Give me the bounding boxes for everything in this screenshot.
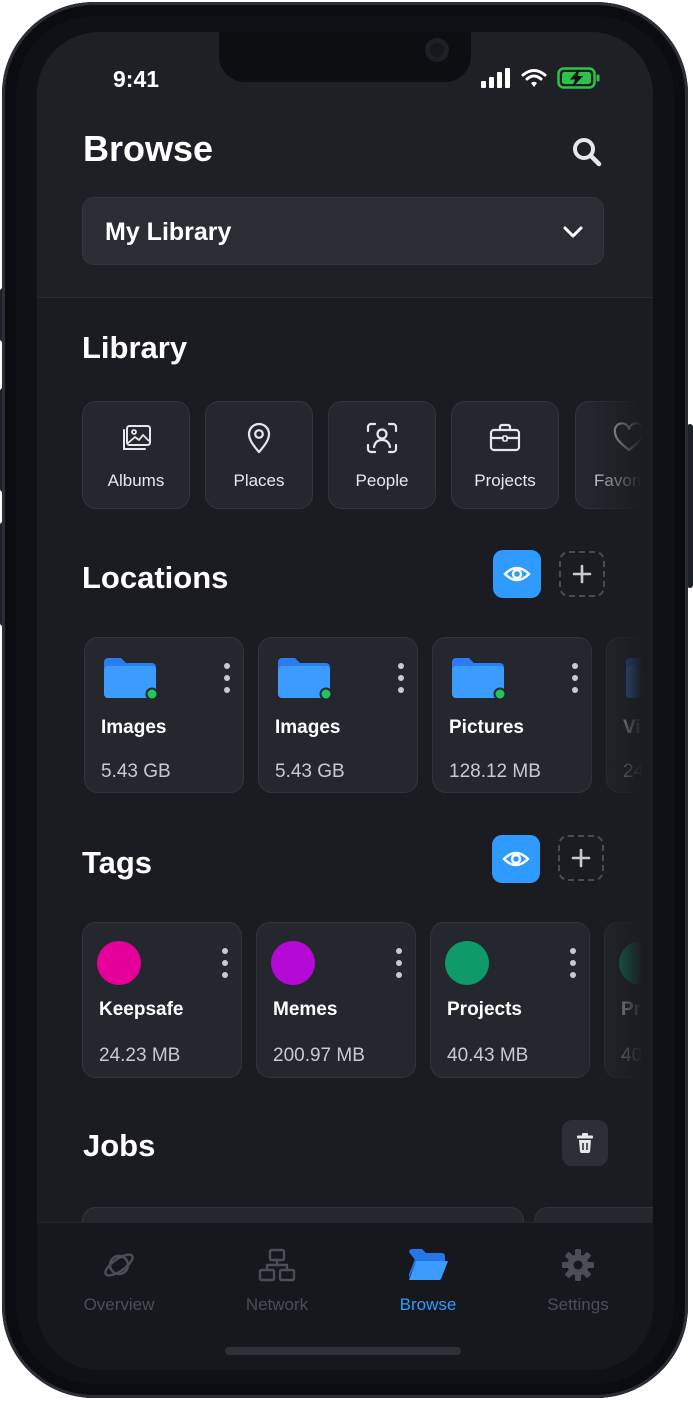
status-icons [481, 66, 601, 90]
library-item-label: Albums [107, 471, 165, 490]
gear-icon [562, 1249, 594, 1281]
tab-network[interactable]: Network [217, 1245, 337, 1315]
cellular-signal-icon [481, 68, 510, 88]
more-vertical-icon[interactable] [395, 947, 403, 979]
locations-visibility-button[interactable] [493, 550, 541, 598]
tag-name: Projects [447, 999, 522, 1020]
network-icon [258, 1248, 296, 1282]
jobs-section-title: Jobs [83, 1128, 156, 1163]
location-size: 128.12 MB [449, 761, 541, 782]
more-vertical-icon[interactable] [223, 662, 231, 694]
home-indicator [225, 1347, 461, 1355]
tag-color-dot [445, 941, 489, 985]
tag-size: 40 [621, 1045, 643, 1066]
search-icon [573, 138, 602, 167]
person-scan-icon [366, 422, 398, 454]
more-vertical-icon[interactable] [571, 662, 579, 694]
tags-visibility-button[interactable] [492, 835, 540, 883]
eye-icon [502, 851, 530, 867]
eye-icon [503, 566, 531, 582]
clear-jobs-button[interactable] [562, 1120, 608, 1166]
more-vertical-icon[interactable] [397, 662, 405, 694]
location-name: Images [101, 717, 167, 738]
add-tag-button[interactable] [558, 835, 604, 881]
screen: 9:41 Browse My Library Library Albums Pl… [37, 32, 653, 1370]
library-selector[interactable]: My Library [82, 197, 604, 265]
front-camera [425, 38, 449, 62]
tag-size: 24.23 MB [99, 1045, 181, 1066]
trash-icon [577, 1133, 593, 1154]
tag-name: Keepsafe [99, 999, 184, 1020]
location-card[interactable]: Videos 24 [606, 637, 653, 793]
tab-browse[interactable]: Browse [368, 1245, 488, 1315]
page-title: Browse [83, 128, 214, 169]
location-card[interactable]: Images 5.43 GB [258, 637, 418, 793]
folder-icon [626, 658, 653, 698]
library-item-people[interactable]: People [328, 401, 436, 509]
tag-size: 40.43 MB [447, 1045, 529, 1066]
tag-name: Pro [621, 999, 653, 1020]
map-pin-icon [247, 422, 271, 454]
location-size: 5.43 GB [275, 761, 345, 782]
tag-card[interactable]: Projects 40.43 MB [430, 922, 590, 1078]
add-location-button[interactable] [559, 551, 605, 597]
battery-charging-icon [557, 67, 600, 89]
library-item-label: Favorites [594, 471, 653, 490]
search-button[interactable] [567, 132, 607, 172]
chevron-down-icon [563, 226, 583, 238]
status-time: 9:41 [113, 66, 160, 92]
more-vertical-icon[interactable] [221, 947, 229, 979]
tag-color-dot [619, 941, 653, 985]
library-item-projects[interactable]: Projects [451, 401, 559, 509]
locations-section-title: Locations [82, 560, 229, 595]
plus-icon [571, 848, 591, 868]
plus-icon [572, 564, 592, 584]
tag-card[interactable]: Memes 200.97 MB [256, 922, 416, 1078]
tab-label: Network [245, 1295, 309, 1314]
folder-open-icon [409, 1249, 448, 1281]
library-item-label: Projects [474, 471, 536, 490]
tag-name: Memes [273, 999, 338, 1020]
more-vertical-icon[interactable] [569, 947, 577, 979]
tag-card[interactable]: Pro 40 [604, 922, 653, 1078]
folder-icon [104, 658, 159, 700]
folder-icon [278, 658, 333, 700]
tab-overview[interactable]: Overview [59, 1245, 179, 1315]
tag-color-dot [97, 941, 141, 985]
library-item-places[interactable]: Places [205, 401, 313, 509]
library-section-title: Library [82, 330, 188, 365]
tag-size: 200.97 MB [273, 1045, 365, 1066]
library-item-label: Places [233, 471, 285, 490]
tab-label: Overview [83, 1295, 155, 1314]
location-card[interactable]: Pictures 128.12 MB [432, 637, 592, 793]
folder-icon [452, 658, 507, 700]
briefcase-icon [489, 423, 521, 452]
location-card[interactable]: Images 5.43 GB [84, 637, 244, 793]
wifi-icon [521, 69, 547, 87]
heart-icon [613, 422, 645, 452]
location-name: Videos [623, 717, 653, 738]
tags-section-title: Tags [82, 845, 153, 880]
tab-label: Browse [399, 1295, 457, 1314]
library-selector-label: My Library [105, 218, 232, 246]
location-name: Pictures [449, 717, 524, 738]
albums-icon [123, 425, 151, 450]
tab-settings[interactable]: Settings [518, 1245, 638, 1315]
tab-label: Settings [547, 1295, 609, 1314]
library-item-label: People [355, 471, 409, 490]
location-size: 24 [623, 761, 645, 782]
notch [219, 32, 471, 82]
location-name: Images [275, 717, 341, 738]
library-item-favorites[interactable]: Favorites [575, 401, 653, 509]
planet-icon [104, 1253, 134, 1277]
location-size: 5.43 GB [101, 761, 171, 782]
tag-color-dot [271, 941, 315, 985]
library-item-albums[interactable]: Albums [82, 401, 190, 509]
tag-card[interactable]: Keepsafe 24.23 MB [82, 922, 242, 1078]
